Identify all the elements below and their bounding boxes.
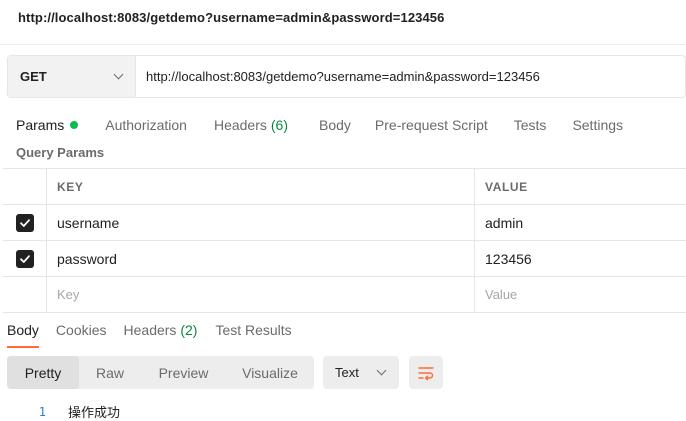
table-row: password 123456 (3, 241, 686, 277)
response-headers-label: Headers (123, 322, 177, 338)
view-mode-group: Pretty Raw Preview Visualize (7, 356, 314, 389)
tab-settings[interactable]: Settings (572, 117, 623, 133)
url-input[interactable] (136, 56, 685, 97)
params-active-dot (70, 121, 79, 129)
view-raw-button[interactable]: Raw (79, 356, 141, 389)
row-check-cell (3, 241, 47, 276)
new-value-input[interactable]: Value (475, 277, 686, 312)
request-title: http://localhost:8083/getdemo?username=a… (18, 10, 445, 25)
tab-headers[interactable]: Headers (6) (214, 117, 288, 133)
response-tab-headers[interactable]: Headers (2) (124, 322, 198, 348)
checkbox[interactable] (15, 249, 34, 268)
format-select[interactable]: Text (323, 356, 399, 389)
check-icon (19, 254, 30, 263)
response-tab-test-results[interactable]: Test Results (215, 322, 291, 348)
wrap-lines-icon (418, 366, 434, 380)
tab-authorization[interactable]: Authorization (105, 117, 187, 133)
tab-pre-request-script[interactable]: Pre-request Script (375, 117, 488, 133)
method-select[interactable]: GET (8, 56, 136, 97)
response-headers-count: (2) (176, 322, 198, 338)
param-key[interactable]: password (47, 241, 475, 276)
tab-tests[interactable]: Tests (514, 117, 547, 133)
view-pretty-button[interactable]: Pretty (7, 356, 79, 389)
response-tab-body[interactable]: Body (7, 322, 39, 348)
checkbox[interactable] (15, 213, 34, 232)
response-body-line: 1 操作成功 (0, 402, 120, 421)
tab-params-label: Params (16, 117, 65, 133)
line-number: 1 (38, 404, 46, 419)
header-check-cell (3, 169, 47, 204)
params-table: KEY VALUE username admin password 123456… (3, 168, 686, 313)
table-row: username admin (3, 205, 686, 241)
view-preview-button[interactable]: Preview (141, 356, 226, 389)
column-header-key: KEY (47, 169, 475, 204)
url-bar: GET (7, 55, 686, 98)
table-header-row: KEY VALUE (3, 169, 686, 205)
tab-params[interactable]: Params (16, 117, 79, 133)
tab-body[interactable]: Body (319, 117, 351, 133)
response-tab-cookies[interactable]: Cookies (56, 322, 107, 348)
column-header-value: VALUE (485, 179, 528, 194)
response-tabs: Body Cookies Headers (2) Test Results (7, 322, 292, 348)
format-label: Text (335, 365, 359, 380)
response-body-text[interactable]: 操作成功 (68, 402, 120, 421)
request-tabs: Params Authorization Headers (6) Body Pr… (16, 116, 623, 134)
chevron-down-icon (376, 365, 387, 376)
table-row-empty: Key Value (3, 277, 686, 313)
headers-count: (6) (270, 117, 288, 133)
title-divider (0, 44, 686, 45)
check-icon (19, 218, 30, 227)
view-visualize-button[interactable]: Visualize (226, 356, 314, 389)
param-value[interactable]: admin (475, 205, 686, 240)
wrap-lines-button[interactable] (409, 356, 443, 389)
method-label: GET (20, 69, 47, 84)
param-value[interactable]: 123456 (475, 241, 686, 276)
new-key-input[interactable]: Key (47, 277, 475, 312)
query-params-title: Query Params (16, 145, 105, 160)
row-check-cell (3, 277, 47, 312)
row-check-cell (3, 205, 47, 240)
tab-headers-label: Headers (213, 117, 267, 133)
param-key[interactable]: username (47, 205, 475, 240)
chevron-down-icon (113, 69, 124, 80)
